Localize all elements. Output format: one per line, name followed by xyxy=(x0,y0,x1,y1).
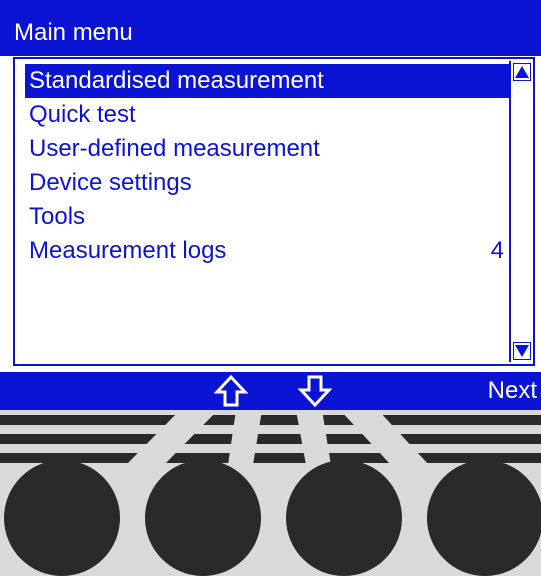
next-softkey[interactable]: Next xyxy=(488,376,537,406)
page-title: Main menu xyxy=(14,19,133,46)
menu-item-label: Quick test xyxy=(29,101,136,128)
menu-item-standardised-measurement[interactable]: Standardised measurement xyxy=(25,64,510,98)
triangle-down-icon[interactable] xyxy=(513,342,531,360)
softkey-bar: Next xyxy=(0,372,541,410)
menu-item-label: Standardised measurement xyxy=(29,67,324,94)
title-bar: Main menu xyxy=(0,0,541,56)
menu-items: Standardised measurement Quick test User… xyxy=(25,64,510,268)
arrow-up-icon[interactable] xyxy=(214,374,248,408)
softkey-up-button[interactable] xyxy=(145,460,261,576)
scrollbar[interactable] xyxy=(509,61,531,362)
menu-item-label: Tools xyxy=(29,203,86,230)
softkey-next-button[interactable] xyxy=(427,460,541,576)
device-screen: Main menu Standardised measurement Quick… xyxy=(0,0,541,410)
menu-item-label: Measurement logs xyxy=(29,237,227,264)
menu-item-label: Device settings xyxy=(29,169,192,196)
keypad-buttons xyxy=(4,460,541,576)
main-menu-list: Standardised measurement Quick test User… xyxy=(13,57,535,366)
hardware-keypad xyxy=(0,410,541,576)
softkey-left-button[interactable] xyxy=(4,460,120,576)
triangle-up-icon[interactable] xyxy=(513,63,531,81)
menu-item-label: User-defined measurement xyxy=(29,135,320,162)
menu-item-count: 4 xyxy=(490,237,504,264)
menu-item-quick-test[interactable]: Quick test xyxy=(25,98,510,132)
menu-item-tools[interactable]: Tools xyxy=(25,200,510,234)
arrow-down-icon[interactable] xyxy=(298,374,332,408)
menu-item-device-settings[interactable]: Device settings xyxy=(25,166,510,200)
menu-item-user-defined-measurement[interactable]: User-defined measurement xyxy=(25,132,510,166)
menu-item-measurement-logs[interactable]: Measurement logs 4 xyxy=(25,234,510,268)
softkey-down-button[interactable] xyxy=(286,460,402,576)
